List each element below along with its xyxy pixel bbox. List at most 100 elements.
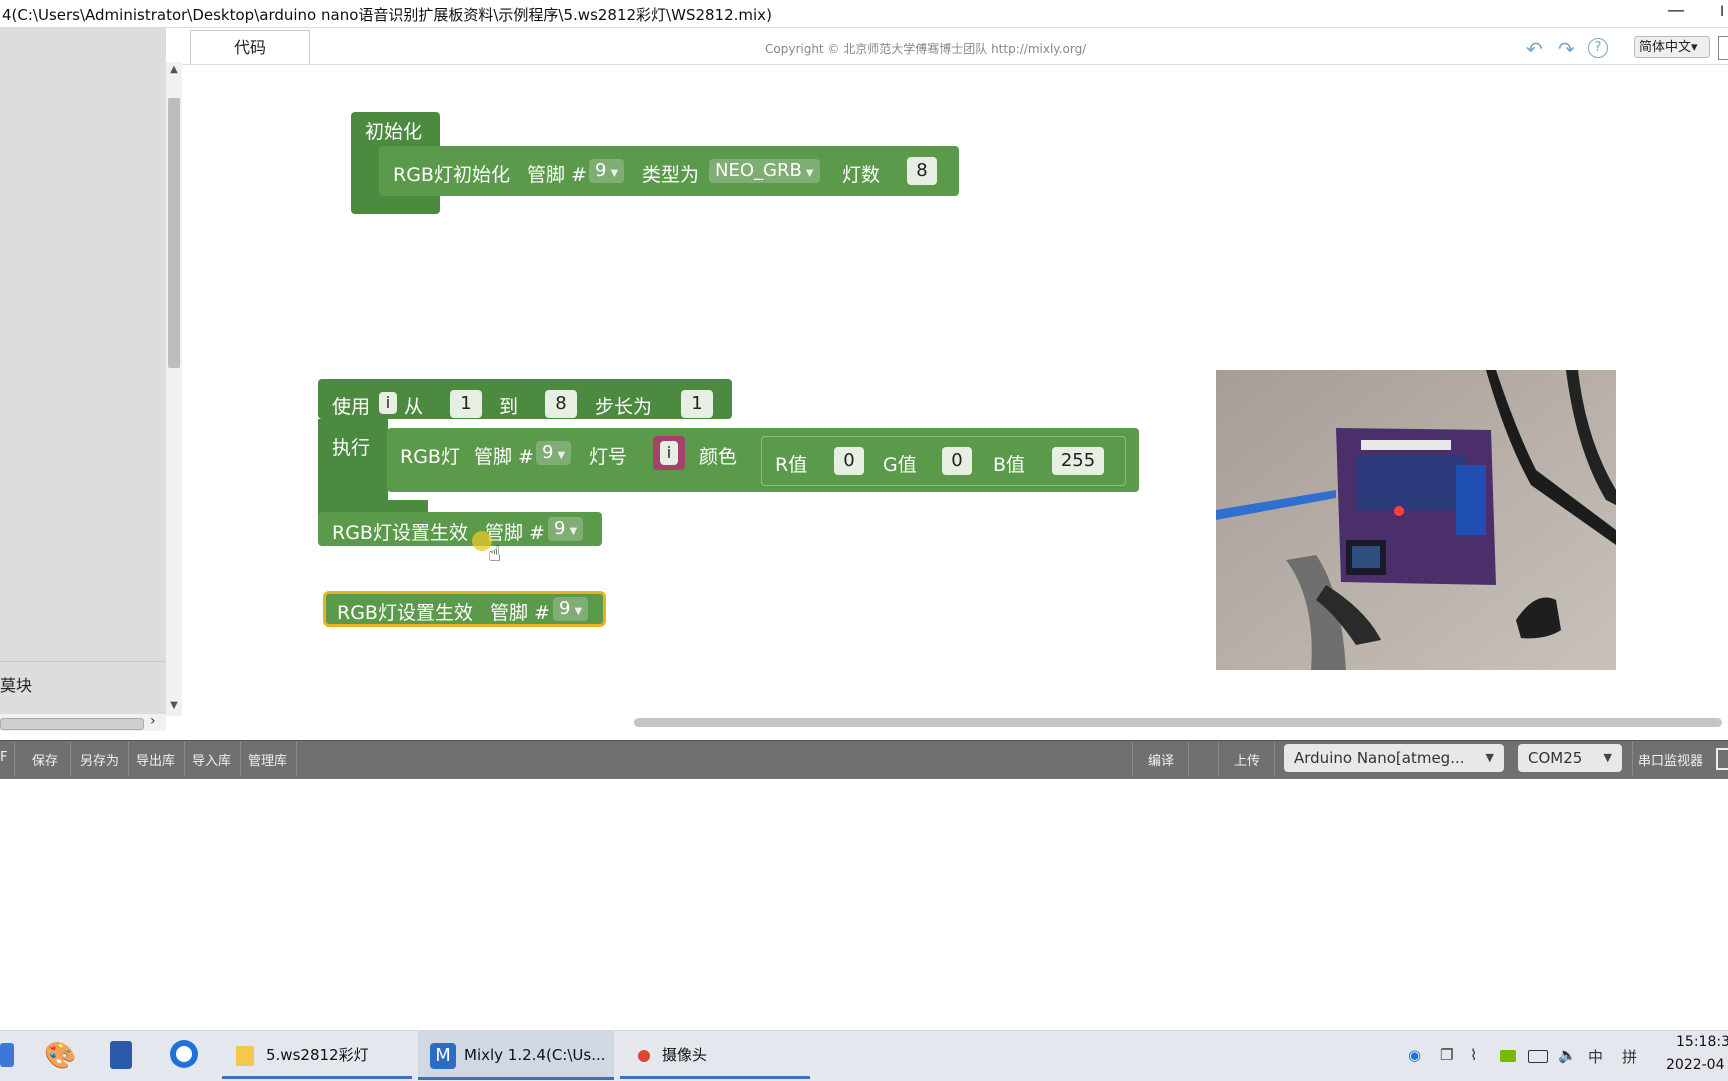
to-field[interactable]: 8: [545, 390, 577, 418]
type-value: NEO_GRB: [715, 160, 802, 181]
pin-dropdown[interactable]: 9 ▼: [589, 159, 625, 183]
toolbar-divider: [240, 742, 241, 776]
chevron-down-icon: ▼: [1603, 751, 1612, 764]
toolbox-category-label[interactable]: 莫块: [0, 672, 32, 696]
output-panel[interactable]: [0, 779, 1728, 1029]
board-select[interactable]: Arduino Nano[atmeg... ▼: [1284, 744, 1504, 772]
pin-label: 管脚 #: [490, 602, 550, 624]
rgb-show-label: RGB灯设置生效: [332, 522, 468, 544]
chevron-down-icon: ▼: [557, 450, 566, 461]
use-label: 使用: [332, 396, 371, 418]
g-label: G值: [883, 454, 917, 476]
nvidia-icon[interactable]: [1500, 1050, 1516, 1062]
taskbar-folder-app[interactable]: 5.ws2812彩灯: [226, 1030, 412, 1080]
taskbar-camera-app[interactable]: 摄像头: [620, 1030, 810, 1080]
help-icon[interactable]: ?: [1588, 38, 1608, 58]
tab-code[interactable]: 代码: [190, 30, 310, 64]
count-field[interactable]: 8: [907, 157, 937, 185]
compile-button[interactable]: 编译: [1148, 750, 1174, 769]
toolbar-divider: [1274, 742, 1275, 776]
pin-dropdown[interactable]: 9 ▼: [548, 517, 584, 541]
undo-icon[interactable]: ↶: [1526, 37, 1543, 61]
b-label: B值: [993, 454, 1026, 476]
scroll-down-icon[interactable]: ▼: [166, 698, 182, 714]
pin-value: 9: [554, 518, 566, 539]
window-title: 4(C:\Users\Administrator\Desktop\arduino…: [2, 6, 772, 24]
scrollbar-thumb[interactable]: [168, 98, 180, 368]
scroll-right-icon[interactable]: ›: [150, 713, 156, 729]
manage-lib-button[interactable]: 管理库: [248, 750, 287, 769]
copy-icon[interactable]: ❐: [1440, 1046, 1453, 1064]
clock-date[interactable]: 2022-04: [1666, 1057, 1725, 1073]
type-label: 类型为: [642, 164, 700, 186]
pin-value: 9: [559, 598, 571, 619]
taskbar-mixly-app[interactable]: M Mixly 1.2.4(C:\Us...: [418, 1030, 614, 1080]
language-select[interactable]: 简体中文▾: [1634, 36, 1710, 58]
app-running-indicator: [222, 1076, 412, 1079]
mixly-icon: M: [430, 1042, 456, 1069]
port-value: COM25: [1528, 749, 1583, 767]
export-lib-button[interactable]: 导出库: [136, 750, 175, 769]
pin-label: 管脚 #: [527, 164, 587, 186]
folder-app-label: 5.ws2812彩灯: [266, 1046, 369, 1064]
rgb-label: RGB灯: [400, 446, 460, 468]
title-bar-fragment: I: [1720, 4, 1725, 20]
pin-label: 管脚 #: [485, 522, 545, 544]
index-variable[interactable]: i: [660, 441, 678, 465]
battery-icon[interactable]: [1528, 1050, 1548, 1063]
browser-icon-inner: [176, 1046, 192, 1062]
redo-icon[interactable]: ↷: [1558, 37, 1575, 61]
rgb-init-label: RGB灯初始化: [393, 164, 510, 186]
setup-block-label: 初始化: [365, 121, 423, 143]
import-lib-button[interactable]: 导入库: [192, 750, 231, 769]
b-field[interactable]: 255: [1052, 447, 1104, 475]
panel-toggle-icon[interactable]: [1718, 36, 1728, 60]
do-label: 执行: [332, 437, 371, 459]
pin-dropdown[interactable]: 9 ▼: [553, 597, 589, 621]
hand-cursor-icon: ☝: [488, 542, 502, 567]
upload-button[interactable]: 上传: [1234, 750, 1260, 769]
color-label: 颜色: [699, 446, 738, 468]
from-field[interactable]: 1: [450, 390, 482, 418]
calculator-icon[interactable]: [110, 1041, 132, 1069]
to-label: 到: [499, 396, 519, 418]
ime-mode[interactable]: 拼: [1622, 1046, 1637, 1067]
network-icon[interactable]: ⌇: [1470, 1046, 1477, 1064]
minimize-button[interactable]: —: [1664, 0, 1688, 26]
r-label: R值: [775, 454, 808, 476]
pin-dropdown[interactable]: 9 ▼: [536, 441, 572, 465]
mixly-app-label: Mixly 1.2.4(C:\Us...: [464, 1046, 606, 1064]
scroll-up-icon[interactable]: ▲: [166, 62, 182, 78]
tray-app-icon[interactable]: ◉: [1408, 1046, 1421, 1064]
volume-icon[interactable]: 🔈: [1558, 1046, 1577, 1064]
loop-variable[interactable]: i: [379, 392, 397, 414]
toolbar-divider: [128, 742, 129, 776]
toolbar-divider: [1188, 742, 1189, 776]
pin-value: 9: [595, 160, 607, 181]
port-select[interactable]: COM25 ▼: [1518, 744, 1622, 772]
serial-monitor-button[interactable]: 串口监视器: [1638, 750, 1703, 769]
ime-language[interactable]: 中: [1588, 1046, 1603, 1067]
workspace-scrollbar-thumb[interactable]: [634, 718, 1722, 727]
settings-icon[interactable]: [1716, 748, 1728, 770]
step-field[interactable]: 1: [681, 390, 713, 418]
toolbar-fragment[interactable]: F: [0, 750, 7, 765]
save-as-button[interactable]: 另存为: [80, 750, 119, 769]
pin-label: 管脚 #: [474, 446, 534, 468]
toolbar-divider: [184, 742, 185, 776]
g-field[interactable]: 0: [942, 447, 972, 475]
save-button[interactable]: 保存: [32, 750, 58, 769]
blocks-toolbox[interactable]: [0, 28, 166, 731]
paint-icon[interactable]: 🎨: [44, 1041, 76, 1071]
rgb-show-label: RGB灯设置生效: [337, 602, 473, 624]
r-field[interactable]: 0: [834, 447, 864, 475]
clock-time[interactable]: 15:18:3: [1676, 1034, 1728, 1050]
scrollbar-thumb[interactable]: [0, 718, 144, 730]
type-dropdown[interactable]: NEO_GRB ▼: [709, 159, 820, 183]
copyright-text: Copyright © 北京师范大学傅骞博士团队 http://mixly.or…: [765, 42, 1087, 56]
camera-image: [1216, 370, 1616, 670]
start-icon[interactable]: [0, 1043, 14, 1067]
camera-app-label: 摄像头: [662, 1046, 708, 1064]
step-label: 步长为: [595, 396, 653, 418]
camera-preview[interactable]: [1216, 370, 1616, 670]
